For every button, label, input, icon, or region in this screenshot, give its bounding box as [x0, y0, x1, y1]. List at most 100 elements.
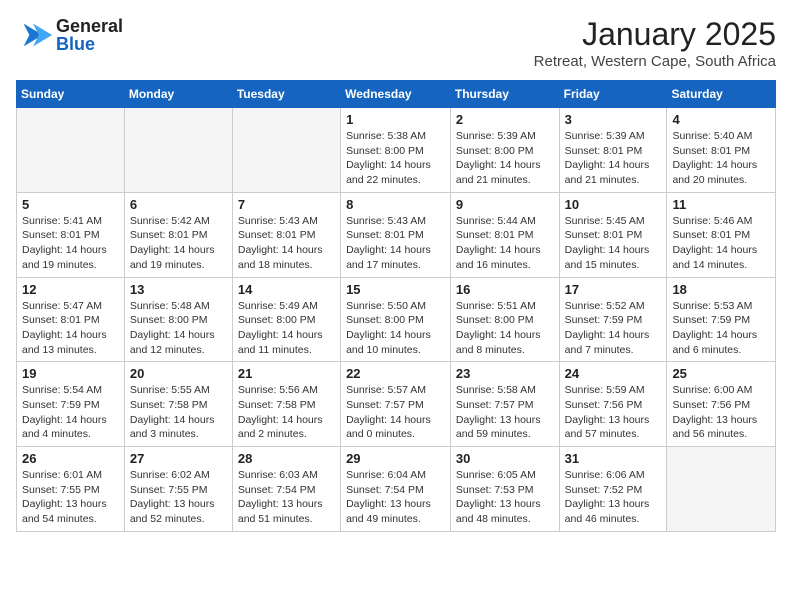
weekday-header: Thursday [450, 81, 559, 108]
calendar-week-row: 19 Sunrise: 5:54 AM Sunset: 7:59 PM Dayli… [17, 362, 776, 447]
calendar-table: SundayMondayTuesdayWednesdayThursdayFrid… [16, 80, 776, 532]
day-info: Sunrise: 5:46 AM Sunset: 8:01 PM Dayligh… [672, 214, 770, 273]
calendar-cell: 24 Sunrise: 5:59 AM Sunset: 7:56 PM Dayli… [559, 362, 667, 447]
calendar-cell: 5 Sunrise: 5:41 AM Sunset: 8:01 PM Daylig… [17, 192, 125, 277]
calendar-cell: 23Sunrise: 5:58 AM Sunset: 7:57 PM Dayli… [450, 362, 559, 447]
calendar-cell: 25 Sunrise: 6:00 AM Sunset: 7:56 PM Dayli… [667, 362, 776, 447]
calendar-cell: 17 Sunrise: 5:52 AM Sunset: 7:59 PM Dayli… [559, 277, 667, 362]
day-info: Sunrise: 5:43 AM Sunset: 8:01 PM Dayligh… [346, 214, 445, 273]
logo-svg [16, 16, 54, 54]
day-number: 17 [565, 282, 662, 297]
calendar-week-row: 12 Sunrise: 5:47 AM Sunset: 8:01 PM Dayli… [17, 277, 776, 362]
day-info: Sunrise: 6:02 AM Sunset: 7:55 PM Dayligh… [130, 468, 227, 527]
day-number: 6 [130, 197, 227, 212]
day-number: 15 [346, 282, 445, 297]
day-number: 9 [456, 197, 554, 212]
calendar-week-row: 26Sunrise: 6:01 AM Sunset: 7:55 PM Dayli… [17, 447, 776, 532]
calendar-cell: 21 Sunrise: 5:56 AM Sunset: 7:58 PM Dayli… [232, 362, 340, 447]
logo-text-block: General Blue [56, 17, 123, 53]
day-number: 22 [346, 366, 445, 381]
day-number: 3 [565, 112, 662, 127]
calendar-cell: 10 Sunrise: 5:45 AM Sunset: 8:01 PM Dayli… [559, 192, 667, 277]
calendar-cell: 31Sunrise: 6:06 AM Sunset: 7:52 PM Dayli… [559, 447, 667, 532]
calendar-cell [17, 108, 125, 193]
day-number: 4 [672, 112, 770, 127]
day-number: 12 [22, 282, 119, 297]
day-number: 21 [238, 366, 335, 381]
day-info: Sunrise: 6:06 AM Sunset: 7:52 PM Dayligh… [565, 468, 662, 527]
calendar-cell: 1 Sunrise: 5:38 AM Sunset: 8:00 PM Daylig… [341, 108, 451, 193]
day-info: Sunrise: 5:54 AM Sunset: 7:59 PM Dayligh… [22, 383, 119, 442]
day-info: Sunrise: 5:59 AM Sunset: 7:56 PM Dayligh… [565, 383, 662, 442]
calendar-cell: 26Sunrise: 6:01 AM Sunset: 7:55 PM Dayli… [17, 447, 125, 532]
calendar-cell: 12 Sunrise: 5:47 AM Sunset: 8:01 PM Dayli… [17, 277, 125, 362]
day-info: Sunrise: 5:51 AM Sunset: 8:00 PM Dayligh… [456, 299, 554, 358]
day-number: 18 [672, 282, 770, 297]
calendar-cell: 27 Sunrise: 6:02 AM Sunset: 7:55 PM Dayli… [124, 447, 232, 532]
day-info: Sunrise: 6:05 AM Sunset: 7:53 PM Dayligh… [456, 468, 554, 527]
day-info: Sunrise: 5:44 AM Sunset: 8:01 PM Dayligh… [456, 214, 554, 273]
calendar-cell: 11Sunrise: 5:46 AM Sunset: 8:01 PM Dayli… [667, 192, 776, 277]
calendar-cell: 13 Sunrise: 5:48 AM Sunset: 8:00 PM Dayli… [124, 277, 232, 362]
day-info: Sunrise: 5:50 AM Sunset: 8:00 PM Dayligh… [346, 299, 445, 358]
weekday-header: Sunday [17, 81, 125, 108]
weekday-header: Friday [559, 81, 667, 108]
calendar-cell: 16Sunrise: 5:51 AM Sunset: 8:00 PM Dayli… [450, 277, 559, 362]
calendar-cell: 2 Sunrise: 5:39 AM Sunset: 8:00 PM Daylig… [450, 108, 559, 193]
calendar-cell: 19 Sunrise: 5:54 AM Sunset: 7:59 PM Dayli… [17, 362, 125, 447]
calendar-cell: 30 Sunrise: 6:05 AM Sunset: 7:53 PM Dayli… [450, 447, 559, 532]
day-info: Sunrise: 5:41 AM Sunset: 8:01 PM Dayligh… [22, 214, 119, 273]
day-number: 29 [346, 451, 445, 466]
day-info: Sunrise: 5:47 AM Sunset: 8:01 PM Dayligh… [22, 299, 119, 358]
day-number: 13 [130, 282, 227, 297]
calendar-cell: 9 Sunrise: 5:44 AM Sunset: 8:01 PM Daylig… [450, 192, 559, 277]
day-info: Sunrise: 5:45 AM Sunset: 8:01 PM Dayligh… [565, 214, 662, 273]
day-info: Sunrise: 5:56 AM Sunset: 7:58 PM Dayligh… [238, 383, 335, 442]
day-number: 20 [130, 366, 227, 381]
day-info: Sunrise: 6:04 AM Sunset: 7:54 PM Dayligh… [346, 468, 445, 527]
day-info: Sunrise: 5:43 AM Sunset: 8:01 PM Dayligh… [238, 214, 335, 273]
day-number: 5 [22, 197, 119, 212]
calendar-cell: 20Sunrise: 5:55 AM Sunset: 7:58 PM Dayli… [124, 362, 232, 447]
day-info: Sunrise: 5:39 AM Sunset: 8:01 PM Dayligh… [565, 129, 662, 188]
logo: General Blue [16, 16, 123, 54]
day-number: 10 [565, 197, 662, 212]
weekday-header: Monday [124, 81, 232, 108]
day-info: Sunrise: 5:40 AM Sunset: 8:01 PM Dayligh… [672, 129, 770, 188]
day-number: 7 [238, 197, 335, 212]
day-info: Sunrise: 5:48 AM Sunset: 8:00 PM Dayligh… [130, 299, 227, 358]
calendar-cell: 22 Sunrise: 5:57 AM Sunset: 7:57 PM Dayli… [341, 362, 451, 447]
calendar-week-row: 1 Sunrise: 5:38 AM Sunset: 8:00 PM Daylig… [17, 108, 776, 193]
day-info: Sunrise: 5:52 AM Sunset: 7:59 PM Dayligh… [565, 299, 662, 358]
day-number: 30 [456, 451, 554, 466]
day-number: 25 [672, 366, 770, 381]
day-info: Sunrise: 6:00 AM Sunset: 7:56 PM Dayligh… [672, 383, 770, 442]
day-info: Sunrise: 6:03 AM Sunset: 7:54 PM Dayligh… [238, 468, 335, 527]
day-info: Sunrise: 5:57 AM Sunset: 7:57 PM Dayligh… [346, 383, 445, 442]
month-title: January 2025 [534, 16, 776, 53]
calendar-cell: 3 Sunrise: 5:39 AM Sunset: 8:01 PM Daylig… [559, 108, 667, 193]
location-subtitle: Retreat, Western Cape, South Africa [534, 53, 776, 70]
day-number: 14 [238, 282, 335, 297]
day-info: Sunrise: 5:39 AM Sunset: 8:00 PM Dayligh… [456, 129, 554, 188]
calendar-cell [232, 108, 340, 193]
calendar-cell: 18 Sunrise: 5:53 AM Sunset: 7:59 PM Dayli… [667, 277, 776, 362]
day-number: 19 [22, 366, 119, 381]
calendar-cell: 4 Sunrise: 5:40 AM Sunset: 8:01 PM Daylig… [667, 108, 776, 193]
calendar-week-row: 5 Sunrise: 5:41 AM Sunset: 8:01 PM Daylig… [17, 192, 776, 277]
day-number: 27 [130, 451, 227, 466]
calendar-cell: 14Sunrise: 5:49 AM Sunset: 8:00 PM Dayli… [232, 277, 340, 362]
day-number: 1 [346, 112, 445, 127]
day-info: Sunrise: 5:58 AM Sunset: 7:57 PM Dayligh… [456, 383, 554, 442]
calendar-cell: 6Sunrise: 5:42 AM Sunset: 8:01 PM Daylig… [124, 192, 232, 277]
day-info: Sunrise: 5:38 AM Sunset: 8:00 PM Dayligh… [346, 129, 445, 188]
day-info: Sunrise: 6:01 AM Sunset: 7:55 PM Dayligh… [22, 468, 119, 527]
calendar-header-row: SundayMondayTuesdayWednesdayThursdayFrid… [17, 81, 776, 108]
day-info: Sunrise: 5:53 AM Sunset: 7:59 PM Dayligh… [672, 299, 770, 358]
day-number: 24 [565, 366, 662, 381]
weekday-header: Saturday [667, 81, 776, 108]
calendar-cell: 28Sunrise: 6:03 AM Sunset: 7:54 PM Dayli… [232, 447, 340, 532]
day-number: 2 [456, 112, 554, 127]
calendar-cell: 15 Sunrise: 5:50 AM Sunset: 8:00 PM Dayli… [341, 277, 451, 362]
calendar-cell [667, 447, 776, 532]
